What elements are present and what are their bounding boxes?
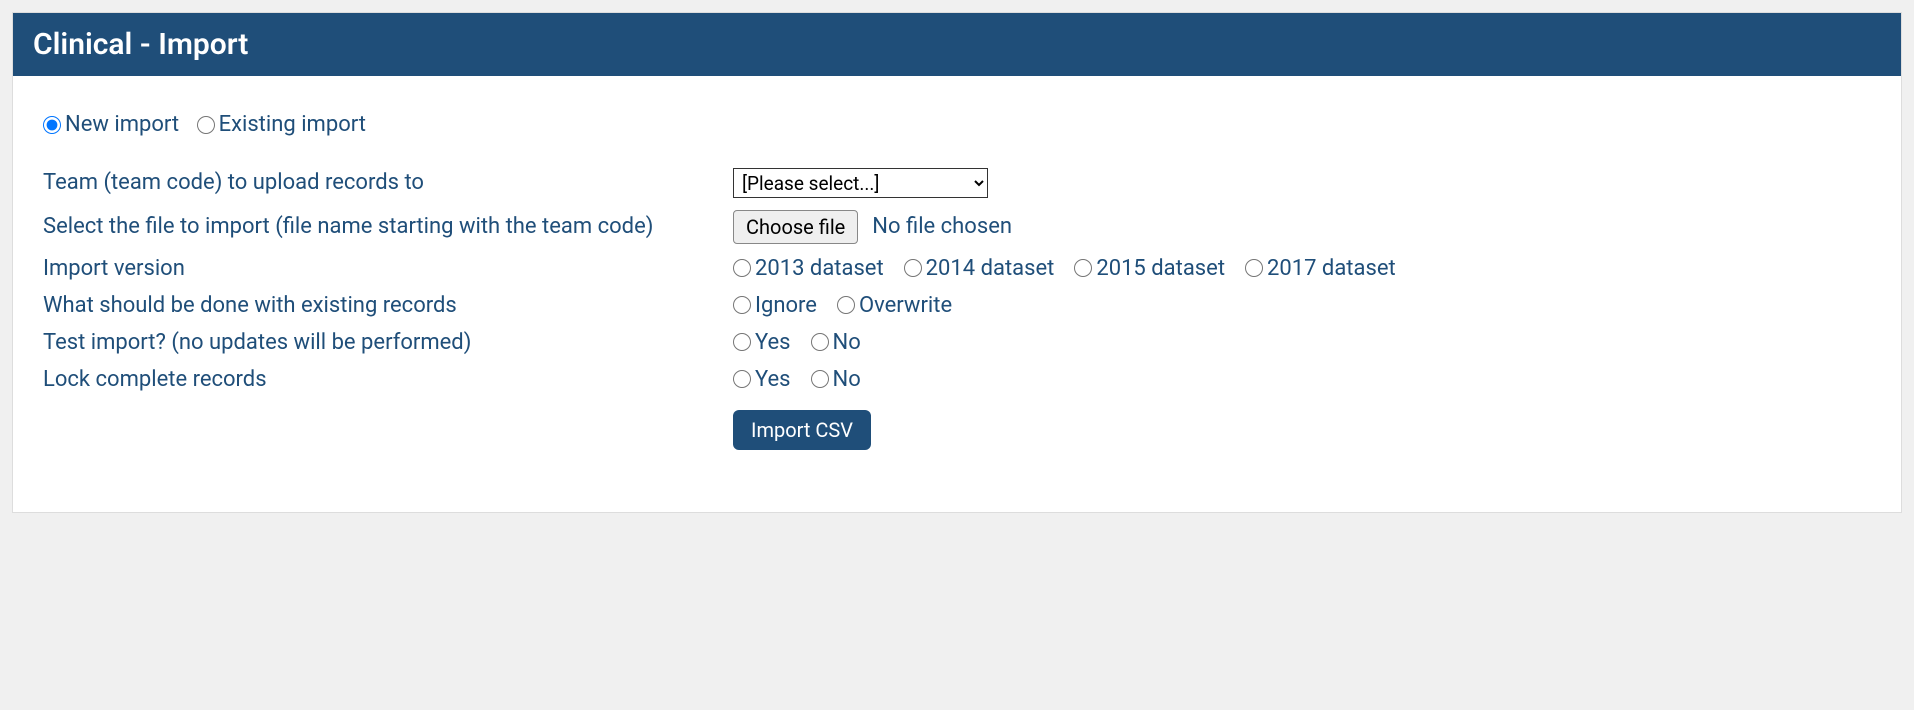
version-2015-label: 2015 dataset bbox=[1096, 256, 1225, 281]
row-test: Test import? (no updates will be perform… bbox=[43, 330, 1871, 355]
test-yes-radio[interactable] bbox=[733, 333, 751, 351]
version-2015-radio[interactable] bbox=[1074, 259, 1092, 277]
label-lock: Lock complete records bbox=[43, 367, 733, 392]
row-version: Import version 2013 dataset 2014 dataset… bbox=[43, 256, 1871, 281]
version-2014[interactable]: 2014 dataset bbox=[904, 256, 1055, 281]
file-status: No file chosen bbox=[872, 214, 1012, 239]
lock-no-label: No bbox=[833, 367, 861, 392]
existing-ignore[interactable]: Ignore bbox=[733, 293, 817, 318]
lock-yes-label: Yes bbox=[755, 367, 791, 392]
row-team: Team (team code) to upload records to [P… bbox=[43, 168, 1871, 198]
existing-overwrite[interactable]: Overwrite bbox=[837, 293, 952, 318]
import-panel: Clinical - Import New import Existing im… bbox=[12, 12, 1902, 513]
version-2014-radio[interactable] bbox=[904, 259, 922, 277]
existing-ignore-label: Ignore bbox=[755, 293, 817, 318]
existing-overwrite-label: Overwrite bbox=[859, 293, 952, 318]
test-yes-label: Yes bbox=[755, 330, 791, 355]
import-type-existing-radio[interactable] bbox=[197, 116, 215, 134]
lock-yes-radio[interactable] bbox=[733, 370, 751, 388]
lock-no[interactable]: No bbox=[811, 367, 861, 392]
label-existing: What should be done with existing record… bbox=[43, 293, 733, 318]
version-2017-label: 2017 dataset bbox=[1267, 256, 1396, 281]
version-2015[interactable]: 2015 dataset bbox=[1074, 256, 1225, 281]
version-2013-radio[interactable] bbox=[733, 259, 751, 277]
test-no-label: No bbox=[833, 330, 861, 355]
version-2014-label: 2014 dataset bbox=[926, 256, 1055, 281]
row-lock: Lock complete records Yes No bbox=[43, 367, 1871, 392]
version-2013[interactable]: 2013 dataset bbox=[733, 256, 884, 281]
test-yes[interactable]: Yes bbox=[733, 330, 791, 355]
test-no-radio[interactable] bbox=[811, 333, 829, 351]
import-type-new-label: New import bbox=[65, 112, 179, 137]
row-existing: What should be done with existing record… bbox=[43, 293, 1871, 318]
choose-file-button[interactable]: Choose file bbox=[733, 210, 858, 244]
team-select[interactable]: [Please select...] bbox=[733, 168, 988, 198]
page-title: Clinical - Import bbox=[13, 13, 1901, 76]
existing-ignore-radio[interactable] bbox=[733, 296, 751, 314]
import-type-new[interactable]: New import bbox=[43, 112, 179, 137]
import-csv-button[interactable]: Import CSV bbox=[733, 410, 871, 450]
label-team: Team (team code) to upload records to bbox=[43, 170, 733, 195]
version-2017-radio[interactable] bbox=[1245, 259, 1263, 277]
test-no[interactable]: No bbox=[811, 330, 861, 355]
import-type-existing[interactable]: Existing import bbox=[197, 112, 366, 137]
import-type-group: New import Existing import bbox=[43, 112, 1871, 140]
row-submit: Import CSV bbox=[43, 410, 1871, 450]
version-2013-label: 2013 dataset bbox=[755, 256, 884, 281]
label-test: Test import? (no updates will be perform… bbox=[43, 330, 733, 355]
existing-overwrite-radio[interactable] bbox=[837, 296, 855, 314]
label-file: Select the file to import (file name sta… bbox=[43, 214, 733, 239]
import-type-existing-label: Existing import bbox=[219, 112, 366, 137]
label-version: Import version bbox=[43, 256, 733, 281]
version-2017[interactable]: 2017 dataset bbox=[1245, 256, 1396, 281]
panel-body: New import Existing import Team (team co… bbox=[13, 76, 1901, 512]
import-type-new-radio[interactable] bbox=[43, 116, 61, 134]
lock-no-radio[interactable] bbox=[811, 370, 829, 388]
lock-yes[interactable]: Yes bbox=[733, 367, 791, 392]
row-file: Select the file to import (file name sta… bbox=[43, 210, 1871, 244]
